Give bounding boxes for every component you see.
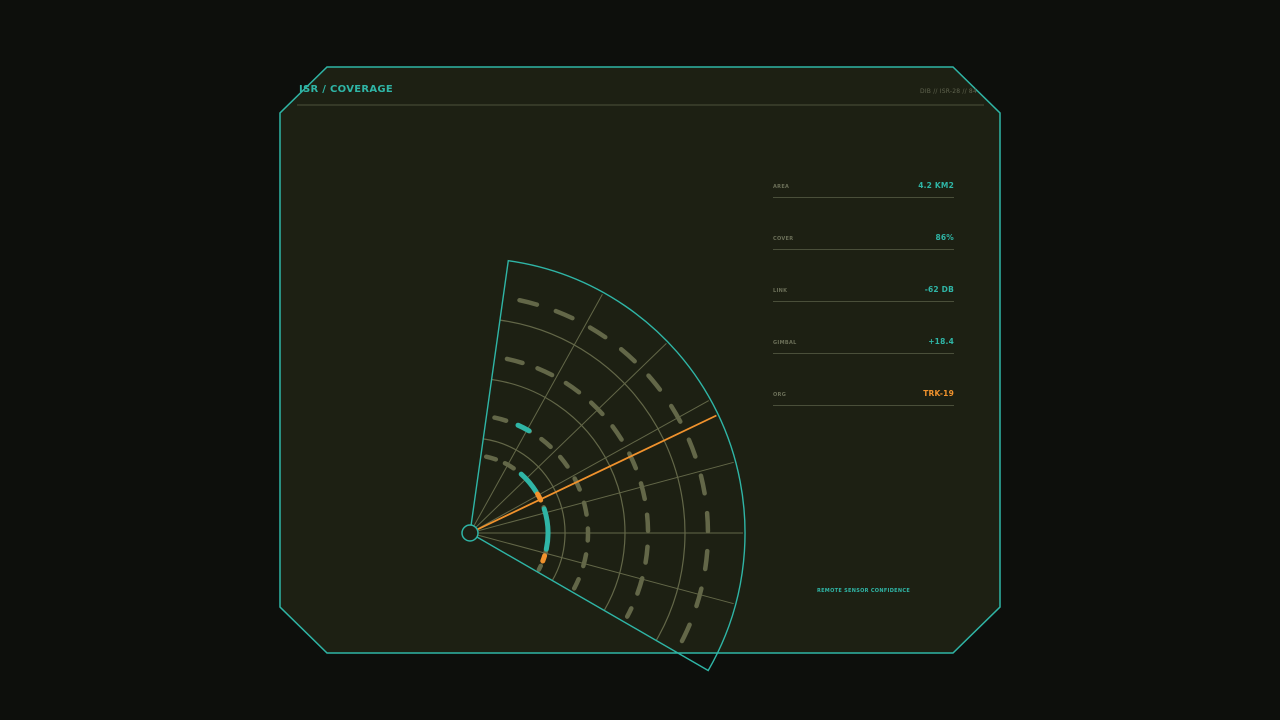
stat-value: +18.4: [928, 337, 954, 346]
stat-row-cover: COVER 86%: [773, 233, 954, 250]
orange-marker-lower: [540, 553, 548, 564]
origin-marker: [461, 524, 479, 542]
grid-spoke-1: [469, 343, 667, 534]
isr-coverage-screen: ISR / COVERAGE DIB // ISR-28 // 84 AREA 4…: [0, 0, 1280, 720]
stat-label: ORG: [773, 392, 787, 398]
teal-arc-segment-lower: [541, 506, 551, 552]
stat-value: 86%: [935, 233, 954, 242]
stat-label: GIMBAL: [773, 340, 797, 346]
stat-row-link: LINK -62 DB: [773, 285, 954, 302]
confidence-arc-0: [517, 297, 711, 647]
teal-arc-segment-outer: [515, 422, 532, 434]
confidence-arc-3: [483, 454, 551, 572]
stat-label: LINK: [773, 288, 788, 294]
coverage-sweep: [461, 259, 746, 672]
stat-row-area: AREA 4.2 KM2: [773, 181, 954, 198]
grid-ring-1: [491, 378, 626, 611]
stat-row-gimbal: GIMBAL +18.4: [773, 337, 954, 354]
stat-value: -62 DB: [924, 285, 954, 294]
stat-value: 4.2 KM2: [918, 181, 954, 190]
grid-spoke-5: [469, 532, 734, 605]
bearing-line: [469, 414, 717, 534]
stat-label: COVER: [773, 236, 794, 242]
grid-spoke-0: [469, 293, 603, 534]
stat-value: TRK-19: [923, 389, 954, 398]
sensor-confidence-caption: REMOTE SENSOR CONFIDENCE: [816, 588, 911, 594]
stat-row-org: ORG TRK-19: [773, 389, 954, 406]
stat-label: AREA: [773, 184, 790, 190]
grid-spoke-3: [469, 461, 734, 534]
